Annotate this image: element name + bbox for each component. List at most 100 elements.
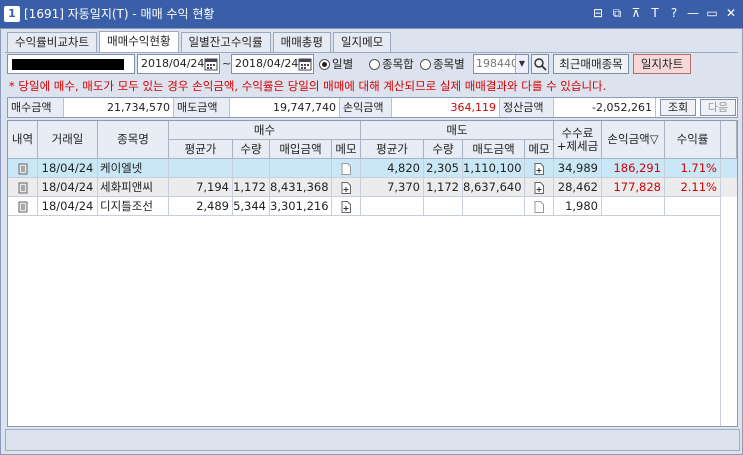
minimize-icon[interactable]: —: [685, 5, 701, 21]
date-range-separator: ~: [222, 57, 232, 70]
cell-buy-avg-price: 7,194: [169, 178, 233, 197]
tab-journal-memo[interactable]: 일지메모: [332, 32, 392, 52]
radio-by-stock-sum-label: 종목합: [382, 57, 414, 71]
pnl-amount-value: 364,119: [392, 98, 500, 117]
window-number-badge: 1: [4, 6, 20, 22]
buy-amount-label: 매수금액: [8, 98, 64, 117]
cell-sell-amount: [463, 197, 525, 216]
memo-add-icon[interactable]: [525, 178, 554, 197]
recent-traded-stocks-button[interactable]: 최근매매종목: [553, 54, 629, 74]
col-fee-line2: +제세금: [556, 138, 599, 153]
radio-daily[interactable]: 일별: [319, 54, 353, 74]
col-buy-amount[interactable]: 매입금액: [270, 140, 332, 159]
col-buy-memo[interactable]: 메모: [332, 140, 361, 159]
stock-code-combo[interactable]: 198440 ▼: [473, 54, 529, 74]
memo-add-icon[interactable]: [525, 159, 554, 178]
radio-daily-dot[interactable]: [319, 58, 330, 70]
window-body: 수익률비교차트 매매수익현황 일별잔고수익률 매매총평 일지메모 2018/04…: [0, 28, 743, 455]
account-redacted: [12, 59, 124, 70]
cell-buy-qty: [233, 159, 270, 178]
col-sell-qty[interactable]: 수량: [424, 140, 463, 159]
cell-buy-qty: 1,172: [233, 178, 270, 197]
tab-return-compare-chart[interactable]: 수익률비교차트: [7, 32, 98, 52]
col-sell-amount[interactable]: 매도금액: [463, 140, 525, 159]
restore-icon[interactable]: ▭: [704, 5, 720, 21]
memo-empty-icon[interactable]: [332, 159, 361, 178]
trade-profit-grid: 내역 거래일 종목명 매수 매도 평균가 수량 매입금액 메모 평균가 수량 매…: [7, 120, 738, 427]
table-row[interactable]: 18/04/24 세화피앤씨 7,194 1,172 8,431,368 7,370 1,1…: [8, 178, 737, 197]
tab-strip: 수익률비교차트 매매수익현황 일별잔고수익률 매매총평 일지메모: [7, 31, 392, 53]
cell-sell-avg-price: 7,370: [361, 178, 424, 197]
detail-icon[interactable]: [8, 159, 38, 178]
calendar-icon[interactable]: [298, 57, 312, 71]
window-layout-icon[interactable]: ⊟: [590, 5, 606, 21]
tab-trade-review[interactable]: 매매총평: [272, 32, 331, 52]
sell-amount-label: 매도금액: [174, 98, 230, 117]
date-from-field[interactable]: 2018/04/24: [137, 54, 220, 74]
radio-by-stock-sum[interactable]: 종목합: [369, 54, 414, 74]
memo-add-icon[interactable]: [332, 178, 361, 197]
close-icon[interactable]: ✕: [723, 5, 739, 21]
cell-return-rate: [665, 197, 721, 216]
help-icon[interactable]: ?: [666, 5, 682, 21]
pin-icon[interactable]: ⊼: [628, 5, 644, 21]
settle-amount-label: 정산금액: [500, 98, 554, 117]
cell-fee-tax: 1,980: [554, 197, 602, 216]
col-fee-line1: 수수료: [561, 125, 594, 140]
date-to-field[interactable]: 2018/04/24: [231, 54, 314, 74]
cell-buy-amount: [270, 159, 332, 178]
font-icon[interactable]: T: [647, 5, 663, 21]
cell-buy-avg-price: [169, 159, 233, 178]
table-row[interactable]: 18/04/24 케이엘넷 4,820 2,305 1,110,100 34,989 186…: [8, 159, 737, 178]
tab-daily-balance-return[interactable]: 일별잔고수익률: [180, 32, 271, 52]
cell-stock-name: 디지틀조선: [98, 197, 169, 216]
col-sell-memo[interactable]: 메모: [525, 140, 554, 159]
calendar-icon[interactable]: [204, 57, 218, 71]
cell-sell-qty: [424, 197, 463, 216]
col-fee-tax[interactable]: 수수료 +제세금: [554, 121, 602, 159]
memo-add-icon[interactable]: [332, 197, 361, 216]
col-stock-name[interactable]: 종목명: [98, 121, 169, 159]
buy-amount-value: 21,734,570: [64, 98, 174, 117]
col-sell-avg-price[interactable]: 평균가: [361, 140, 424, 159]
cell-buy-qty: 5,344: [233, 197, 270, 216]
table-row[interactable]: 18/04/24 디지틀조선 2,489 5,344 3,301,216 1,980: [8, 197, 737, 216]
radio-by-stock-label: 종목별: [433, 57, 465, 71]
next-button[interactable]: 다음: [700, 99, 736, 116]
cell-sell-qty: 1,172: [424, 178, 463, 197]
chevron-down-icon[interactable]: ▼: [515, 55, 528, 73]
window-title: [1691] 자동일지(T) - 매매 수익 현황: [24, 7, 215, 21]
col-trade-date[interactable]: 거래일: [38, 121, 98, 159]
radio-by-stock-dot[interactable]: [420, 58, 431, 70]
col-buy-qty[interactable]: 수량: [233, 140, 270, 159]
cell-pnl-amount: 177,828: [602, 178, 665, 197]
summary-bar: 매수금액 21,734,570 매도금액 19,747,740 손익금액 364…: [7, 97, 738, 118]
detail-icon[interactable]: [8, 197, 38, 216]
cell-sell-qty: 2,305: [424, 159, 463, 178]
copy-icon[interactable]: ⧉: [609, 5, 625, 21]
status-bar: [5, 429, 740, 451]
radio-by-stock-sum-dot[interactable]: [369, 58, 380, 70]
journal-chart-button[interactable]: 일지차트: [633, 54, 691, 74]
memo-empty-icon[interactable]: [525, 197, 554, 216]
title-bar-controls: ⊟ ⧉ ⊼ T ? — ▭ ✕: [590, 5, 739, 23]
col-buy-avg-price[interactable]: 평균가: [169, 140, 233, 159]
search-icon: [533, 58, 547, 74]
detail-icon[interactable]: [8, 178, 38, 197]
grid-header: 내역 거래일 종목명 매수 매도 평균가 수량 매입금액 메모 평균가 수량 매…: [8, 121, 737, 159]
stock-search-button[interactable]: [531, 54, 549, 74]
cell-return-rate: 2.11%: [665, 178, 721, 197]
cell-buy-avg-price: 2,489: [169, 197, 233, 216]
col-pnl-amount[interactable]: 손익금액▽: [602, 121, 665, 159]
cell-trade-date: 18/04/24: [38, 197, 98, 216]
col-group-sell: 매도: [361, 121, 554, 140]
col-return-rate[interactable]: 수익률: [665, 121, 721, 159]
cell-buy-amount: 8,431,368: [270, 178, 332, 197]
query-button[interactable]: 조회: [660, 99, 696, 116]
cell-sell-amount: 1,110,100: [463, 159, 525, 178]
tab-trade-profit-status[interactable]: 매매수익현황: [99, 31, 179, 53]
col-detail[interactable]: 내역: [8, 121, 38, 159]
account-select[interactable]: [7, 54, 135, 74]
radio-by-stock[interactable]: 종목별: [420, 54, 465, 74]
sell-amount-value: 19,747,740: [230, 98, 340, 117]
